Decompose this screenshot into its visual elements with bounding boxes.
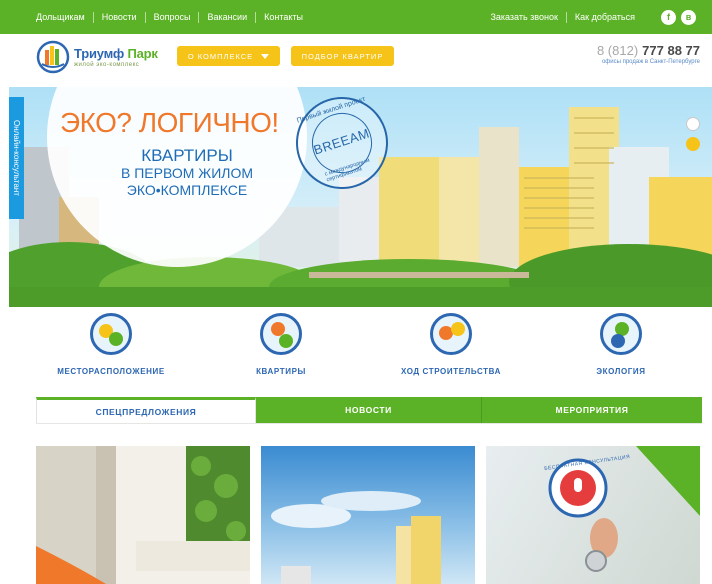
top-nav-contacts[interactable]: Контакты bbox=[256, 12, 311, 22]
feature-location[interactable]: МЕСТОРАСПОЛОЖЕНИЕ bbox=[36, 313, 186, 376]
apartment-search-label: ПОДБОР КВАРТИР bbox=[301, 51, 384, 61]
logo-subtitle: жилой эко-комплекс bbox=[74, 62, 140, 68]
tab-events[interactable]: МЕРОПРИЯТИЯ bbox=[481, 397, 702, 423]
phone-number[interactable]: 777 88 77 bbox=[642, 43, 700, 58]
key-icon bbox=[260, 313, 302, 355]
online-consultant-tab[interactable]: Онлайн-консультант bbox=[9, 97, 24, 219]
tab-special-offers[interactable]: СПЕЦПРЕДЛОЖЕНИЯ bbox=[36, 397, 256, 423]
logo-name-accent: Парк bbox=[127, 46, 158, 61]
vk-icon[interactable]: в bbox=[681, 9, 696, 25]
consultation-photo bbox=[548, 446, 700, 572]
hero-line-3: ЭКО•КОМПЛЕКСЕ bbox=[126, 182, 248, 198]
feature-apartments[interactable]: КВАРТИРЫ bbox=[206, 313, 356, 376]
request-call-link[interactable]: Заказать звонок bbox=[482, 12, 565, 22]
top-nav-investors[interactable]: Дольщикам bbox=[36, 12, 93, 22]
phone-note: офисы продаж в Санкт-Петербурге bbox=[601, 59, 700, 65]
about-complex-label: О КОМПЛЕКСЕ bbox=[187, 51, 254, 61]
offer-cards: БЕСПЛАТНАЯ КОНСУЛЬТАЦИЯ bbox=[36, 446, 702, 584]
logo[interactable]: Триумф Парк жилой эко-комплекс bbox=[36, 40, 158, 74]
about-complex-dropdown[interactable]: О КОМПЛЕКСЕ bbox=[177, 46, 280, 66]
top-nav-vacancies[interactable]: Вакансии bbox=[199, 12, 255, 22]
feature-label: КВАРТИРЫ bbox=[256, 367, 306, 376]
feature-icons: МЕСТОРАСПОЛОЖЕНИЕ КВАРТИРЫ ХОД СТРОИТЕЛЬ… bbox=[36, 313, 702, 383]
content-tabs: СПЕЦПРЕДЛОЖЕНИЯ НОВОСТИ МЕРОПРИЯТИЯ bbox=[36, 397, 702, 423]
phone-code: 8 (812) bbox=[596, 43, 639, 58]
social-links: f в bbox=[661, 9, 696, 25]
hero-banner[interactable]: ЭКО? ЛОГИЧНО! КВАРТИРЫ В ПЕРВОМ ЖИЛОМ ЭК… bbox=[9, 87, 712, 307]
progress-clock-icon bbox=[430, 313, 472, 355]
location-icon bbox=[90, 313, 132, 355]
offer-card-consultation[interactable]: БЕСПЛАТНАЯ КОНСУЛЬТАЦИЯ bbox=[486, 446, 700, 584]
top-nav-news[interactable]: Новости bbox=[94, 12, 145, 22]
leaf-icon bbox=[600, 313, 642, 355]
tab-news[interactable]: НОВОСТИ bbox=[256, 397, 481, 423]
logo-name: Триумф bbox=[74, 46, 125, 61]
feature-label: ХОД СТРОИТЕЛЬСТВА bbox=[400, 367, 502, 376]
apartment-search-button[interactable]: ПОДБОР КВАРТИР bbox=[291, 46, 394, 66]
offer-card-building[interactable] bbox=[261, 446, 475, 584]
interior-photo bbox=[36, 446, 250, 584]
phone-block: 8 (812) 777 88 77 офисы продаж в Санкт-Пе… bbox=[597, 43, 700, 65]
tab-divider bbox=[36, 423, 702, 424]
badge-icon[interactable] bbox=[686, 137, 700, 151]
top-nav-questions[interactable]: Вопросы bbox=[146, 12, 199, 22]
facebook-icon[interactable]: f bbox=[661, 9, 676, 25]
feature-label: ЭКОЛОГИЯ bbox=[596, 367, 646, 376]
header: Триумф Парк жилой эко-комплекс О КОМПЛЕК… bbox=[0, 34, 712, 84]
top-bar: Дольщикам Новости Вопросы Вакансии Конта… bbox=[0, 0, 712, 34]
hero-line-2: В ПЕРВОМ ЖИЛОМ bbox=[120, 165, 253, 181]
building-photo bbox=[271, 491, 441, 584]
offer-card-interior[interactable] bbox=[36, 446, 250, 584]
feature-ecology[interactable]: ЭКОЛОГИЯ bbox=[546, 313, 696, 376]
directions-link[interactable]: Как добраться bbox=[567, 12, 643, 22]
logo-mark-icon bbox=[36, 40, 70, 74]
top-actions: Заказать звонок Как добраться f в bbox=[482, 9, 696, 25]
chevron-down-icon bbox=[261, 53, 270, 59]
hero-slogan: ЭКО? ЛОГИЧНО! bbox=[60, 107, 279, 138]
hero-side-badges bbox=[686, 117, 700, 151]
top-nav: Дольщикам Новости Вопросы Вакансии Конта… bbox=[36, 11, 311, 23]
feature-construction[interactable]: ХОД СТРОИТЕЛЬСТВА bbox=[376, 313, 526, 376]
badge-icon[interactable] bbox=[686, 117, 700, 131]
hero-description: КВАРТИРЫ В ПЕРВОМ ЖИЛОМ ЭКО•КОМПЛЕКСЕ bbox=[97, 147, 277, 199]
feature-label: МЕСТОРАСПОЛОЖЕНИЕ bbox=[57, 367, 165, 376]
hero-line-1: КВАРТИРЫ bbox=[141, 146, 233, 165]
